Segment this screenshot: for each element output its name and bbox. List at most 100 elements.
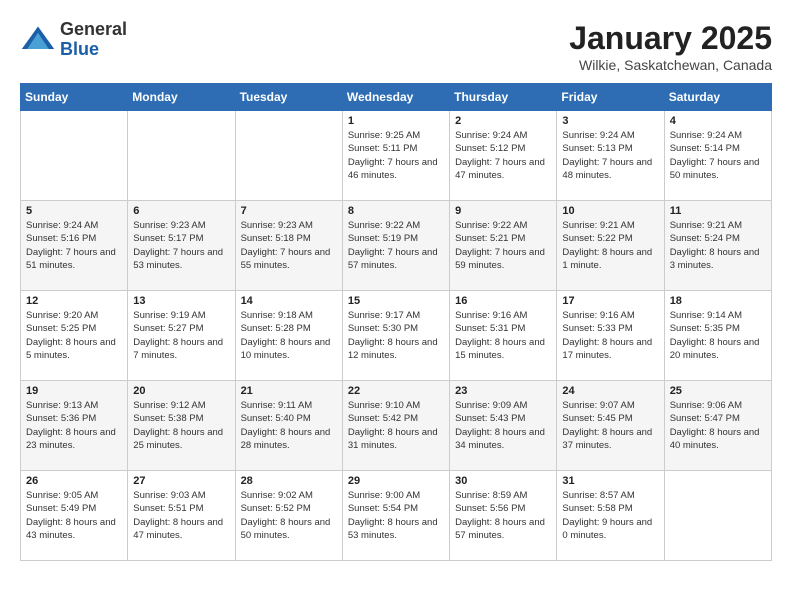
- day-cell: 10 Sunrise: 9:21 AM Sunset: 5:22 PM Dayli…: [557, 201, 664, 291]
- day-number: 21: [241, 385, 337, 397]
- day-info: Sunrise: 9:17 AM Sunset: 5:30 PM Dayligh…: [348, 309, 444, 362]
- week-row-4: 26 Sunrise: 9:05 AM Sunset: 5:49 PM Dayli…: [21, 471, 772, 561]
- header-cell-monday: Monday: [128, 84, 235, 111]
- day-cell: 3Sunrise: 9:24 AM Sunset: 5:13 PM Daylig…: [557, 111, 664, 201]
- day-info: Sunrise: 9:09 AM Sunset: 5:43 PM Dayligh…: [455, 399, 551, 452]
- day-number: 23: [455, 385, 551, 397]
- day-info: Sunrise: 9:12 AM Sunset: 5:38 PM Dayligh…: [133, 399, 229, 452]
- day-number: 31: [562, 475, 658, 487]
- day-number: 25: [670, 385, 766, 397]
- day-cell: [664, 471, 771, 561]
- day-cell: 7 Sunrise: 9:23 AM Sunset: 5:18 PM Daylig…: [235, 201, 342, 291]
- day-number: 19: [26, 385, 122, 397]
- day-cell: 23 Sunrise: 9:09 AM Sunset: 5:43 PM Dayli…: [450, 381, 557, 471]
- day-info: Sunrise: 9:22 AM Sunset: 5:19 PM Dayligh…: [348, 219, 444, 272]
- day-info: Sunrise: 9:05 AM Sunset: 5:49 PM Dayligh…: [26, 489, 122, 542]
- day-cell: 21 Sunrise: 9:11 AM Sunset: 5:40 PM Dayli…: [235, 381, 342, 471]
- header-cell-thursday: Thursday: [450, 84, 557, 111]
- day-info: Sunrise: 9:06 AM Sunset: 5:47 PM Dayligh…: [670, 399, 766, 452]
- day-cell: 17Sunrise: 9:16 AM Sunset: 5:33 PM Dayli…: [557, 291, 664, 381]
- logo: General Blue: [20, 20, 127, 60]
- day-cell: 6 Sunrise: 9:23 AM Sunset: 5:17 PM Daylig…: [128, 201, 235, 291]
- day-cell: [235, 111, 342, 201]
- day-number: 10: [562, 205, 658, 217]
- day-number: 30: [455, 475, 551, 487]
- day-number: 1: [348, 115, 444, 127]
- day-info: Sunrise: 9:24 AM Sunset: 5:12 PM Dayligh…: [455, 129, 551, 182]
- day-number: 9: [455, 205, 551, 217]
- logo-blue: Blue: [60, 39, 99, 59]
- day-cell: 20 Sunrise: 9:12 AM Sunset: 5:38 PM Dayli…: [128, 381, 235, 471]
- day-number: 11: [670, 205, 766, 217]
- day-cell: [21, 111, 128, 201]
- day-cell: 11Sunrise: 9:21 AM Sunset: 5:24 PM Dayli…: [664, 201, 771, 291]
- day-number: 14: [241, 295, 337, 307]
- day-cell: 8 Sunrise: 9:22 AM Sunset: 5:19 PM Daylig…: [342, 201, 449, 291]
- day-number: 26: [26, 475, 122, 487]
- day-info: Sunrise: 8:59 AM Sunset: 5:56 PM Dayligh…: [455, 489, 551, 542]
- calendar-header: SundayMondayTuesdayWednesdayThursdayFrid…: [21, 84, 772, 111]
- day-number: 7: [241, 205, 337, 217]
- day-info: Sunrise: 9:11 AM Sunset: 5:40 PM Dayligh…: [241, 399, 337, 452]
- day-number: 24: [562, 385, 658, 397]
- day-info: Sunrise: 9:23 AM Sunset: 5:17 PM Dayligh…: [133, 219, 229, 272]
- day-cell: 25 Sunrise: 9:06 AM Sunset: 5:47 PM Dayli…: [664, 381, 771, 471]
- day-cell: 31 Sunrise: 8:57 AM Sunset: 5:58 PM Dayli…: [557, 471, 664, 561]
- location: Wilkie, Saskatchewan, Canada: [569, 57, 772, 73]
- day-cell: 24 Sunrise: 9:07 AM Sunset: 5:45 PM Dayli…: [557, 381, 664, 471]
- day-number: 27: [133, 475, 229, 487]
- day-cell: 22Sunrise: 9:10 AM Sunset: 5:42 PM Dayli…: [342, 381, 449, 471]
- day-cell: 12Sunrise: 9:20 AM Sunset: 5:25 PM Dayli…: [21, 291, 128, 381]
- day-info: Sunrise: 9:19 AM Sunset: 5:27 PM Dayligh…: [133, 309, 229, 362]
- day-cell: 18Sunrise: 9:14 AM Sunset: 5:35 PM Dayli…: [664, 291, 771, 381]
- header-row: SundayMondayTuesdayWednesdayThursdayFrid…: [21, 84, 772, 111]
- logo-general: General: [60, 19, 127, 39]
- day-info: Sunrise: 9:24 AM Sunset: 5:14 PM Dayligh…: [670, 129, 766, 182]
- day-cell: 4 Sunrise: 9:24 AM Sunset: 5:14 PM Daylig…: [664, 111, 771, 201]
- header-cell-friday: Friday: [557, 84, 664, 111]
- day-info: Sunrise: 9:22 AM Sunset: 5:21 PM Dayligh…: [455, 219, 551, 272]
- day-number: 6: [133, 205, 229, 217]
- calendar-table: SundayMondayTuesdayWednesdayThursdayFrid…: [20, 83, 772, 561]
- day-number: 13: [133, 295, 229, 307]
- header-cell-wednesday: Wednesday: [342, 84, 449, 111]
- day-cell: 28Sunrise: 9:02 AM Sunset: 5:52 PM Dayli…: [235, 471, 342, 561]
- page-header: General Blue January 2025 Wilkie, Saskat…: [20, 20, 772, 73]
- day-cell: 13 Sunrise: 9:19 AM Sunset: 5:27 PM Dayli…: [128, 291, 235, 381]
- day-info: Sunrise: 9:10 AM Sunset: 5:42 PM Dayligh…: [348, 399, 444, 452]
- day-info: Sunrise: 9:21 AM Sunset: 5:22 PM Dayligh…: [562, 219, 658, 272]
- header-cell-tuesday: Tuesday: [235, 84, 342, 111]
- day-number: 16: [455, 295, 551, 307]
- day-info: Sunrise: 9:03 AM Sunset: 5:51 PM Dayligh…: [133, 489, 229, 542]
- day-info: Sunrise: 8:57 AM Sunset: 5:58 PM Dayligh…: [562, 489, 658, 542]
- day-number: 8: [348, 205, 444, 217]
- week-row-0: 1 Sunrise: 9:25 AM Sunset: 5:11 PM Daylig…: [21, 111, 772, 201]
- day-info: Sunrise: 9:18 AM Sunset: 5:28 PM Dayligh…: [241, 309, 337, 362]
- day-cell: 26 Sunrise: 9:05 AM Sunset: 5:49 PM Dayli…: [21, 471, 128, 561]
- day-number: 20: [133, 385, 229, 397]
- day-info: Sunrise: 9:07 AM Sunset: 5:45 PM Dayligh…: [562, 399, 658, 452]
- day-cell: 1 Sunrise: 9:25 AM Sunset: 5:11 PM Daylig…: [342, 111, 449, 201]
- logo-text: General Blue: [60, 20, 127, 60]
- day-info: Sunrise: 9:25 AM Sunset: 5:11 PM Dayligh…: [348, 129, 444, 182]
- day-number: 29: [348, 475, 444, 487]
- day-number: 4: [670, 115, 766, 127]
- day-number: 28: [241, 475, 337, 487]
- day-cell: [128, 111, 235, 201]
- week-row-1: 5Sunrise: 9:24 AM Sunset: 5:16 PM Daylig…: [21, 201, 772, 291]
- day-info: Sunrise: 9:16 AM Sunset: 5:31 PM Dayligh…: [455, 309, 551, 362]
- day-cell: 15Sunrise: 9:17 AM Sunset: 5:30 PM Dayli…: [342, 291, 449, 381]
- day-number: 18: [670, 295, 766, 307]
- day-cell: 9 Sunrise: 9:22 AM Sunset: 5:21 PM Daylig…: [450, 201, 557, 291]
- title-block: January 2025 Wilkie, Saskatchewan, Canad…: [569, 20, 772, 73]
- day-info: Sunrise: 9:00 AM Sunset: 5:54 PM Dayligh…: [348, 489, 444, 542]
- day-cell: 16 Sunrise: 9:16 AM Sunset: 5:31 PM Dayli…: [450, 291, 557, 381]
- day-cell: 14 Sunrise: 9:18 AM Sunset: 5:28 PM Dayli…: [235, 291, 342, 381]
- day-number: 2: [455, 115, 551, 127]
- logo-icon: [20, 22, 56, 58]
- day-cell: 5Sunrise: 9:24 AM Sunset: 5:16 PM Daylig…: [21, 201, 128, 291]
- day-info: Sunrise: 9:13 AM Sunset: 5:36 PM Dayligh…: [26, 399, 122, 452]
- day-number: 17: [562, 295, 658, 307]
- day-info: Sunrise: 9:24 AM Sunset: 5:16 PM Dayligh…: [26, 219, 122, 272]
- day-info: Sunrise: 9:23 AM Sunset: 5:18 PM Dayligh…: [241, 219, 337, 272]
